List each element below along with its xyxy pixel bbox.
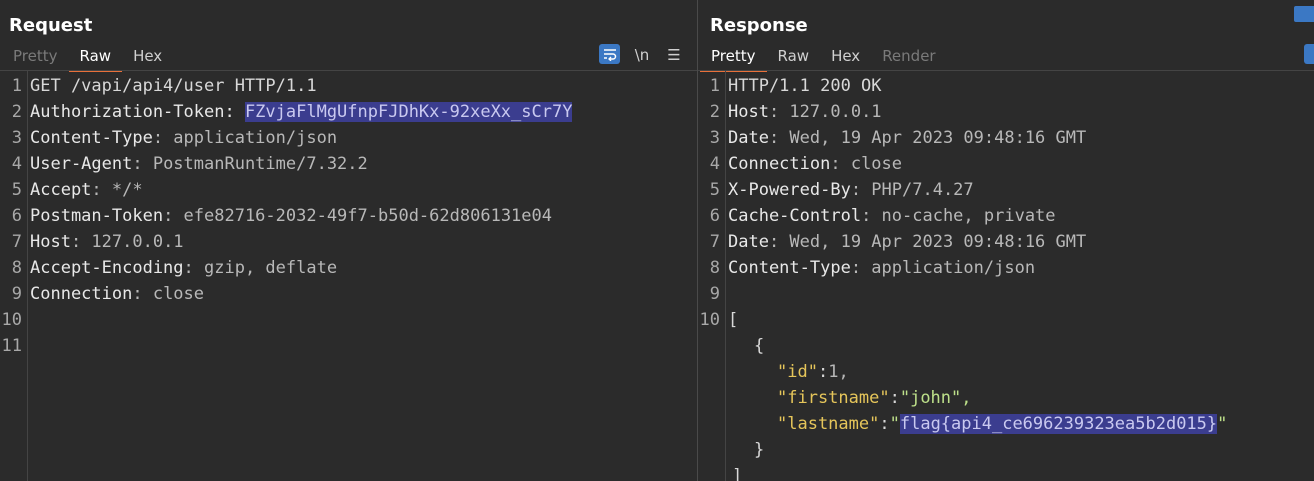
response-line: 5 X-Powered-By: PHP/7.4.27 — [709, 180, 974, 200]
layout-toggle-icon[interactable] — [1294, 6, 1314, 22]
json-key-firstname: "firstname" — [777, 388, 890, 408]
json-line: } — [754, 440, 765, 460]
response-tab-render[interactable]: Render — [871, 44, 946, 70]
request-tabs: Pretty Raw Hex — [2, 44, 173, 72]
response-line: 4 Connection: close — [709, 154, 903, 174]
request-line: 6 Postman-Token: efe82716-2032-49f7-b50d-… — [11, 206, 552, 226]
request-line: 10 — [1, 310, 22, 330]
word-wrap-icon[interactable] — [599, 44, 620, 64]
request-tab-pretty[interactable]: Pretty — [2, 44, 69, 70]
request-editor[interactable]: 1 GET /vapi/api4/user HTTP/1.1 2 Authoriza… — [0, 73, 697, 359]
response-tab-hex[interactable]: Hex — [820, 44, 871, 70]
request-line: 7 Host: 127.0.0.1 — [11, 232, 184, 252]
response-line: 7 Date: Wed, 19 Apr 2023 09:48:16 GMT — [709, 232, 1087, 252]
response-editor[interactable]: 1 HTTP/1.1 200 OK 2 Host: 127.0.0.1 3 Date:… — [698, 73, 1314, 481]
json-key-lastname: "lastname" — [777, 414, 880, 434]
response-tab-pretty[interactable]: Pretty — [700, 44, 767, 72]
request-line: 11 — [1, 336, 22, 356]
response-line: 1 HTTP/1.1 200 OK — [709, 76, 882, 96]
request-tab-raw[interactable]: Raw — [68, 44, 123, 72]
request-line: 3 Content-Type: application/json — [11, 128, 338, 148]
newline-toggle-icon[interactable]: \n — [633, 44, 651, 66]
request-tab-hex[interactable]: Hex — [122, 44, 173, 70]
response-title: Response — [710, 15, 808, 36]
request-tabs-divider — [0, 70, 697, 71]
request-panel: Request Pretty Raw Hex \n ☰ 1 GET /vapi/a… — [0, 0, 697, 481]
json-line: ] — [732, 466, 743, 481]
json-line: "firstname":"john", — [777, 388, 972, 408]
menu-icon[interactable]: ☰ — [665, 44, 683, 66]
request-line: 1 GET /vapi/api4/user HTTP/1.1 — [11, 76, 317, 96]
response-line: 2 Host: 127.0.0.1 — [709, 102, 882, 122]
request-line: 9 Connection: close — [11, 284, 205, 304]
flag-selection[interactable]: flag{api4_ce696239323ea5b2d015} — [899, 414, 1218, 434]
response-line: 3 Date: Wed, 19 Apr 2023 09:48:16 GMT — [709, 128, 1087, 148]
json-key-id: "id" — [777, 362, 818, 382]
response-word-wrap-icon[interactable] — [1304, 44, 1314, 64]
response-line: 9 — [709, 284, 720, 304]
json-line: { — [754, 336, 765, 356]
request-line: 2 Authorization-Token: FZvjaFlMgUfnpFJDhK… — [11, 102, 573, 122]
response-panel: Response Pretty Raw Hex Render 1 HTTP/1.1… — [698, 0, 1314, 481]
response-tabs: Pretty Raw Hex Render — [700, 44, 947, 72]
response-tabs-divider — [698, 70, 1314, 71]
response-line: 10[ — [699, 310, 739, 330]
auth-token-selection[interactable]: FZvjaFlMgUfnpFJDhKx-92xeXx_sCr7Y — [244, 102, 573, 122]
wrap-arrow-icon — [603, 48, 616, 61]
json-line: "id":1, — [777, 362, 849, 382]
json-value-id: 1, — [828, 362, 849, 382]
request-line: 5 Accept: */* — [11, 180, 143, 200]
json-value-firstname: "john", — [899, 388, 972, 408]
response-tab-raw[interactable]: Raw — [767, 44, 821, 70]
request-title: Request — [9, 15, 93, 36]
json-line: "lastname":"flag{api4_ce696239323ea5b2d0… — [777, 414, 1228, 434]
response-line: 6 Cache-Control: no-cache, private — [709, 206, 1056, 226]
request-line: 4 User-Agent: PostmanRuntime/7.32.2 — [11, 154, 368, 174]
response-line: 8 Content-Type: application/json — [709, 258, 1036, 278]
request-line: 8 Accept-Encoding: gzip, deflate — [11, 258, 338, 278]
